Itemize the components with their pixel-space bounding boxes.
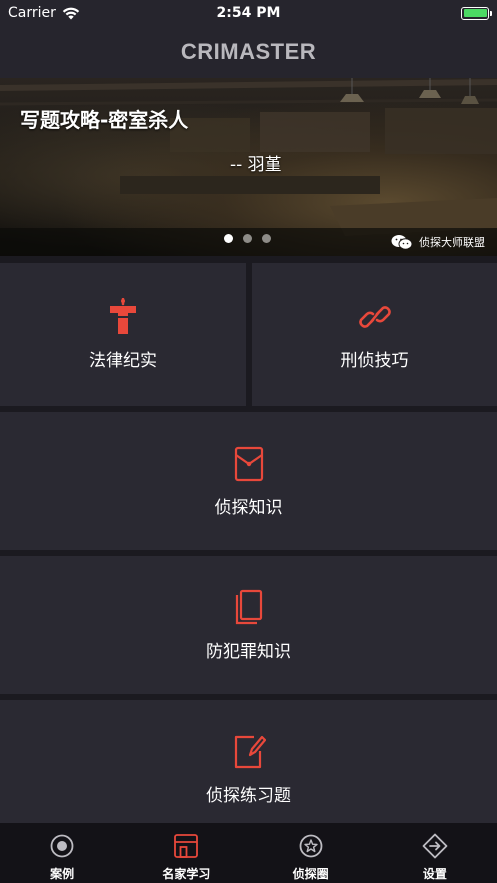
tab-bar: 案例 名家学习 侦探圈 设置 <box>0 823 497 883</box>
carrier-label: Carrier <box>8 5 56 21</box>
tab-label: 设置 <box>422 867 447 881</box>
link-icon <box>358 306 391 328</box>
nav-bar: CRIMASTER <box>0 26 497 78</box>
envelope-icon <box>234 446 263 481</box>
diamond-arrow-icon <box>422 833 448 859</box>
banner-watermark: 侦探大师联盟 <box>391 234 485 250</box>
battery-icon <box>461 6 492 20</box>
menu-item-crime-prevention[interactable]: 防犯罪知识 <box>0 556 497 694</box>
banner-carousel[interactable]: 写题攻略-密室杀人 -- 羽堇 侦探大师联盟 <box>0 78 497 256</box>
tab-master-learning[interactable]: 名家学习 <box>124 823 248 883</box>
carousel-dot[interactable] <box>243 234 252 243</box>
carousel-page-indicator[interactable] <box>224 234 271 243</box>
menu-item-label: 侦探练习题 <box>206 785 291 806</box>
watermark-label: 侦探大师联盟 <box>419 236 485 249</box>
wechat-icon <box>391 235 413 250</box>
layout-icon <box>174 834 199 858</box>
documents-icon <box>235 589 262 624</box>
record-icon <box>50 834 74 858</box>
wifi-icon <box>62 7 80 19</box>
edit-icon <box>234 735 266 768</box>
carousel-dot[interactable] <box>224 234 233 243</box>
banner-title: 写题攻略-密室杀人 <box>20 108 189 132</box>
menu-item-label: 法律纪实 <box>89 351 157 371</box>
tab-label: 案例 <box>50 867 75 881</box>
menu-item-legal-records[interactable]: 法律纪实 <box>0 263 246 406</box>
menu-item-detective-knowledge[interactable]: 侦探知识 <box>0 412 497 550</box>
tab-label: 侦探圈 <box>292 867 329 881</box>
tab-detective-circle[interactable]: 侦探圈 <box>249 823 373 883</box>
tab-label: 名家学习 <box>162 867 211 881</box>
menu-item-label: 刑侦技巧 <box>340 351 409 371</box>
status-left: Carrier <box>8 5 80 21</box>
tab-cases[interactable]: 案例 <box>0 823 124 883</box>
status-bar: Carrier 2:54 PM <box>0 0 497 26</box>
podium-icon <box>110 298 136 334</box>
star-circle-icon <box>299 834 323 858</box>
menu-item-label: 侦探知识 <box>214 497 283 518</box>
banner-author: -- 羽堇 <box>230 155 282 175</box>
menu-item-label: 防犯罪知识 <box>206 641 291 662</box>
battery-level <box>463 9 487 17</box>
menu-item-investigation-skills[interactable]: 刑侦技巧 <box>252 263 497 406</box>
app-title: CRIMASTER <box>180 39 317 64</box>
tab-settings[interactable]: 设置 <box>373 823 497 883</box>
menu-item-detective-exercises[interactable]: 侦探练习题 <box>0 700 497 838</box>
carousel-dot[interactable] <box>262 234 271 243</box>
